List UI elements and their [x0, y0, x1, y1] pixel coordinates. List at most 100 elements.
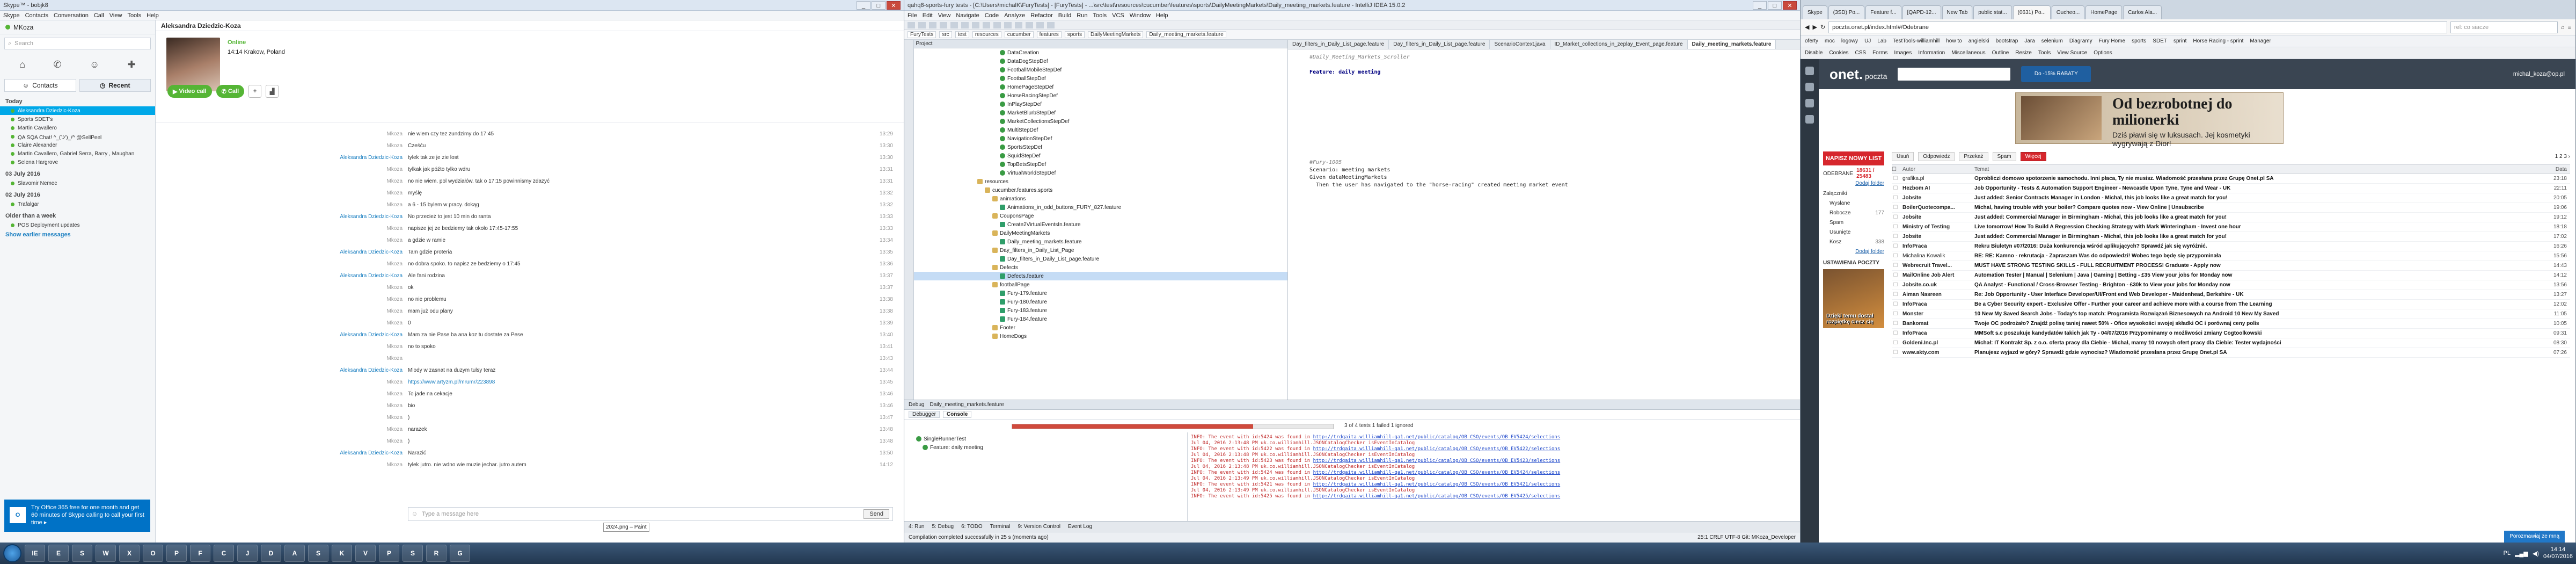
tree-node[interactable]: MarketBlurbStepDef — [914, 109, 1287, 117]
search-input[interactable]: ⌕ Search — [4, 38, 151, 49]
contact-item[interactable]: Trafalgar — [0, 200, 155, 208]
home-icon[interactable]: ⌂ — [2561, 24, 2565, 31]
message-link[interactable]: https://www.artyzm.pl/mrumr/223898 — [408, 379, 861, 385]
taskbar-app-button[interactable]: P — [379, 545, 399, 562]
bookmark-item[interactable]: how to — [1946, 38, 1962, 44]
tree-node[interactable]: Fury-184.feature — [914, 315, 1287, 323]
tree-node[interactable]: NavigationStepDef — [914, 134, 1287, 143]
bookmark-item[interactable]: SDET — [2153, 38, 2167, 44]
send-button[interactable]: Send — [863, 509, 889, 519]
contact-item[interactable]: Selena Hargrove — [0, 158, 155, 167]
redo-icon[interactable] — [950, 21, 958, 28]
paste-icon[interactable] — [983, 21, 990, 28]
browser-tab[interactable]: Oucheo... — [2051, 5, 2085, 19]
group-icon[interactable]: ☺ — [90, 59, 99, 70]
email-checkbox[interactable]: ☐ — [1892, 301, 1899, 307]
chat-button[interactable]: Porozmawiaj ze mną — [2504, 531, 2565, 543]
email-checkbox[interactable]: ☐ — [1892, 263, 1899, 269]
email-checkbox[interactable]: ☐ — [1892, 282, 1899, 288]
bookmark-item[interactable]: angielski — [1968, 38, 1989, 44]
menu-item[interactable]: Code — [985, 12, 999, 19]
contact-item[interactable]: POS Deployment updates — [0, 221, 155, 229]
code-area[interactable]: #Daily_Meeting_Markets_Scroller Feature: … — [1288, 49, 1800, 193]
bookmark-item[interactable]: Diagramy — [2069, 38, 2092, 44]
taskbar-app-button[interactable]: J — [237, 545, 258, 562]
breadcrumb-item[interactable]: src — [939, 31, 952, 38]
folder-item[interactable]: Robocze 177 — [1823, 208, 1884, 218]
menu-item[interactable]: Tools — [1093, 12, 1107, 19]
breadcrumb-item[interactable]: cucumber — [1004, 31, 1034, 38]
tree-node[interactable]: animations — [914, 194, 1287, 203]
taskbar-app-button[interactable]: S — [308, 545, 328, 562]
console-link[interactable]: http://trdqaita.williamhill-qa1.net/publ… — [1313, 446, 1561, 452]
email-row[interactable]: ☐ Jobsite Just added: Commercial Manager i… — [1892, 232, 2570, 242]
email-checkbox[interactable]: ☐ — [1892, 224, 1899, 230]
tree-node[interactable]: Day_filters_in_Daily_List_page.feature — [914, 255, 1287, 263]
console-link[interactable]: http://trdqaita.williamhill-qa1.net/publ… — [1313, 470, 1561, 475]
tree-node[interactable]: SquidStepDef — [914, 151, 1287, 160]
breadcrumb-item[interactable]: features — [1036, 31, 1062, 38]
webdev-menu-item[interactable]: Images — [1894, 50, 1912, 56]
editor-tab[interactable]: Day_filters_in_Daily_List_page.feature — [1389, 40, 1490, 49]
menu-item[interactable]: Build — [1058, 12, 1071, 19]
menu-icon[interactable]: ≡ — [2568, 24, 2571, 31]
sync-icon[interactable] — [929, 21, 936, 28]
open-icon[interactable] — [908, 21, 915, 28]
taskbar-app-button[interactable]: S — [402, 545, 423, 562]
back-icon[interactable]: ◀ — [1805, 24, 1809, 31]
folder-item[interactable]: Załączniki — [1823, 189, 1884, 198]
breadcrumb-item[interactable]: sports — [1064, 31, 1085, 38]
email-row[interactable]: ☐ InfoPraca MMSoft s.c poszukuje kandydató… — [1892, 329, 2570, 338]
sidebar-ad[interactable]: Dzięki temu dostał rozpiętkę ciesz się — [1823, 269, 1884, 328]
breadcrumb-item[interactable]: resources — [972, 31, 1001, 38]
taskbar-app-button[interactable]: V — [355, 545, 376, 562]
email-checkbox[interactable]: ☐ — [1892, 292, 1899, 298]
editor-tab[interactable]: ID_Market_collections_in_zeplay_Event_pa… — [1550, 40, 1688, 49]
minimize-button[interactable]: _ — [857, 1, 870, 10]
email-checkbox[interactable]: ☐ — [1892, 195, 1899, 201]
promo-badge[interactable]: Do -15% RABATY — [2021, 66, 2091, 82]
mail-icon[interactable] — [1805, 67, 1814, 75]
taskbar-app-button[interactable]: K — [332, 545, 352, 562]
menu-item[interactable]: Contacts — [25, 12, 48, 19]
breadcrumb-item[interactable]: FuryTests — [908, 31, 936, 38]
cut-icon[interactable] — [961, 21, 969, 28]
email-row[interactable]: ☐ Jobsite Just added: Senior Contracts Man… — [1892, 193, 2570, 203]
run-icon[interactable] — [1015, 21, 1022, 28]
show-earlier-link[interactable]: Show earlier messages — [0, 229, 155, 240]
browser-tab[interactable]: New Tab — [1942, 5, 1973, 19]
browser-tab[interactable]: public stat... — [1973, 5, 2012, 19]
contact-item[interactable]: Aleksandra Dziedzic-Koza — [0, 106, 155, 115]
tree-node[interactable]: footballPage — [914, 280, 1287, 289]
contact-item[interactable]: Martin Cavallero, Gabriel Serra, Barry ,… — [0, 149, 155, 158]
email-row[interactable]: ☐ Aiman Nasreen Re: Job Opportunity - User… — [1892, 290, 2570, 300]
disk-icon[interactable] — [1805, 115, 1814, 124]
volume-icon[interactable]: ◀) — [2533, 550, 2539, 557]
menu-item[interactable]: VCS — [1112, 12, 1124, 19]
tree-node[interactable]: DataDogStepDef — [914, 57, 1287, 66]
bookmark-item[interactable]: moc — [1825, 38, 1835, 44]
webdev-menu-item[interactable]: Cookies — [1829, 50, 1848, 56]
tree-node[interactable]: Fury-183.feature — [914, 306, 1287, 315]
video-call-button[interactable]: ▶ Video call — [167, 85, 212, 98]
add-people-button[interactable]: + — [248, 85, 262, 98]
tab-recent[interactable]: ◷ Recent — [79, 79, 151, 92]
webdev-menu-item[interactable]: Information — [1918, 50, 1945, 56]
forward-icon[interactable]: ▶ — [1812, 24, 1817, 31]
bookmark-item[interactable]: logowy — [1841, 38, 1858, 44]
menu-item[interactable]: View — [938, 12, 951, 19]
bookmark-item[interactable]: sports — [2132, 38, 2146, 44]
language-indicator[interactable]: PL — [2504, 550, 2511, 556]
webdev-menu-item[interactable]: CSS — [1855, 50, 1867, 56]
office-ad-banner[interactable]: O Try Office 365 free for one month and … — [4, 500, 150, 532]
debug-tab[interactable]: Console — [942, 411, 972, 418]
tree-node[interactable]: InPlayStepDef — [914, 100, 1287, 109]
col-subject[interactable]: Temat — [1974, 167, 2533, 172]
email-checkbox[interactable]: ☐ — [1892, 176, 1899, 182]
undo-icon[interactable] — [940, 21, 947, 28]
folder-item[interactable]: Spam — [1823, 218, 1884, 227]
mail-search-input[interactable] — [1898, 68, 2011, 81]
bookmark-item[interactable]: selenium — [2041, 38, 2063, 44]
col-date[interactable]: Data — [2533, 167, 2570, 172]
taskbar-app-button[interactable]: S — [72, 545, 92, 562]
